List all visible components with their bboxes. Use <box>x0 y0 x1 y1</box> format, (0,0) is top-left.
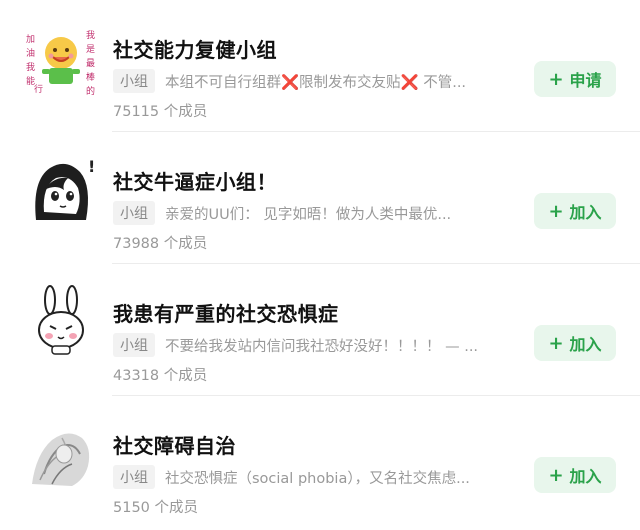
join-button[interactable]: + 加入 <box>534 193 616 229</box>
group-tag: 小组 <box>113 465 155 489</box>
apply-button[interactable]: + 申请 <box>534 61 616 97</box>
group-list: 加油我能行 我是最棒的 社交能力复健小组 小组 本组不可自行组群❌限制发布交友贴… <box>0 0 640 530</box>
group-avatar[interactable] <box>22 282 100 360</box>
group-description: 不要给我发站内信问我社恐好没好！！！！ — ... <box>165 338 479 355</box>
member-count: 43318 个成员 <box>113 368 208 384</box>
group-title[interactable]: 社交能力复健小组 <box>113 34 277 63</box>
group-description: 亲爱的UU们： 见字如晤！做为人类中最优... <box>165 206 452 223</box>
group-tag: 小组 <box>113 201 155 225</box>
group-description: 本组不可自行组群❌限制发布交友贴❌ 不管... <box>165 74 467 91</box>
rabbit-icon <box>22 282 100 360</box>
group-meta: 小组 本组不可自行组群❌限制发布交友贴❌ 不管... <box>113 68 523 94</box>
group-row[interactable]: 我患有严重的社交恐惧症 小组 不要给我发站内信问我社恐好没好！！！！ — ...… <box>0 264 640 396</box>
sketch-figure-icon <box>22 414 100 492</box>
group-row[interactable]: 加油我能行 我是最棒的 社交能力复健小组 小组 本组不可自行组群❌限制发布交友贴… <box>0 0 640 132</box>
group-meta: 小组 亲爱的UU们： 见字如晤！做为人类中最优... <box>113 200 523 226</box>
group-avatar[interactable]: 加油我能行 我是最棒的 <box>22 18 100 96</box>
group-title[interactable]: 社交牛逼症小组！ <box>113 166 277 195</box>
plus-icon: + <box>548 200 564 222</box>
anime-girl-icon: ! <box>22 150 100 228</box>
group-avatar[interactable] <box>22 414 100 492</box>
join-button-label: 加入 <box>569 203 602 222</box>
group-title[interactable]: 社交障碍自治 <box>113 430 236 459</box>
svg-text:我是最棒的: 我是最棒的 <box>86 30 95 96</box>
group-description: 社交恐惧症（social phobia），又名社交焦虑... <box>165 470 470 487</box>
join-button[interactable]: + 加入 <box>534 457 616 493</box>
join-button-label: 加入 <box>569 467 602 486</box>
group-row[interactable]: 社交障碍自治 小组 社交恐惧症（social phobia），又名社交焦虑...… <box>0 396 640 528</box>
group-title[interactable]: 我患有严重的社交恐惧症 <box>113 298 339 327</box>
group-avatar[interactable]: ! <box>22 150 100 228</box>
plus-icon: + <box>548 464 564 486</box>
join-button-label: 加入 <box>569 335 602 354</box>
group-meta: 小组 不要给我发站内信问我社恐好没好！！！！ — ... <box>113 332 523 358</box>
member-count: 5150 个成员 <box>113 500 199 516</box>
join-button[interactable]: + 加入 <box>534 325 616 361</box>
apply-button-label: 申请 <box>569 71 602 90</box>
group-row[interactable]: ! 社交牛逼症小组！ 小组 亲爱的UU们： 见字如晤！做为人类中最优... 73… <box>0 132 640 264</box>
member-count: 75115 个成员 <box>113 104 208 120</box>
group-tag: 小组 <box>113 69 155 93</box>
plus-icon: + <box>548 332 564 354</box>
svg-text:!: ! <box>88 157 95 176</box>
group-tag: 小组 <box>113 333 155 357</box>
plus-icon: + <box>548 68 564 90</box>
smiley-badge-icon: 加油我能行 我是最棒的 <box>22 18 100 96</box>
member-count: 73988 个成员 <box>113 236 208 252</box>
group-meta: 小组 社交恐惧症（social phobia），又名社交焦虑... <box>113 464 523 490</box>
